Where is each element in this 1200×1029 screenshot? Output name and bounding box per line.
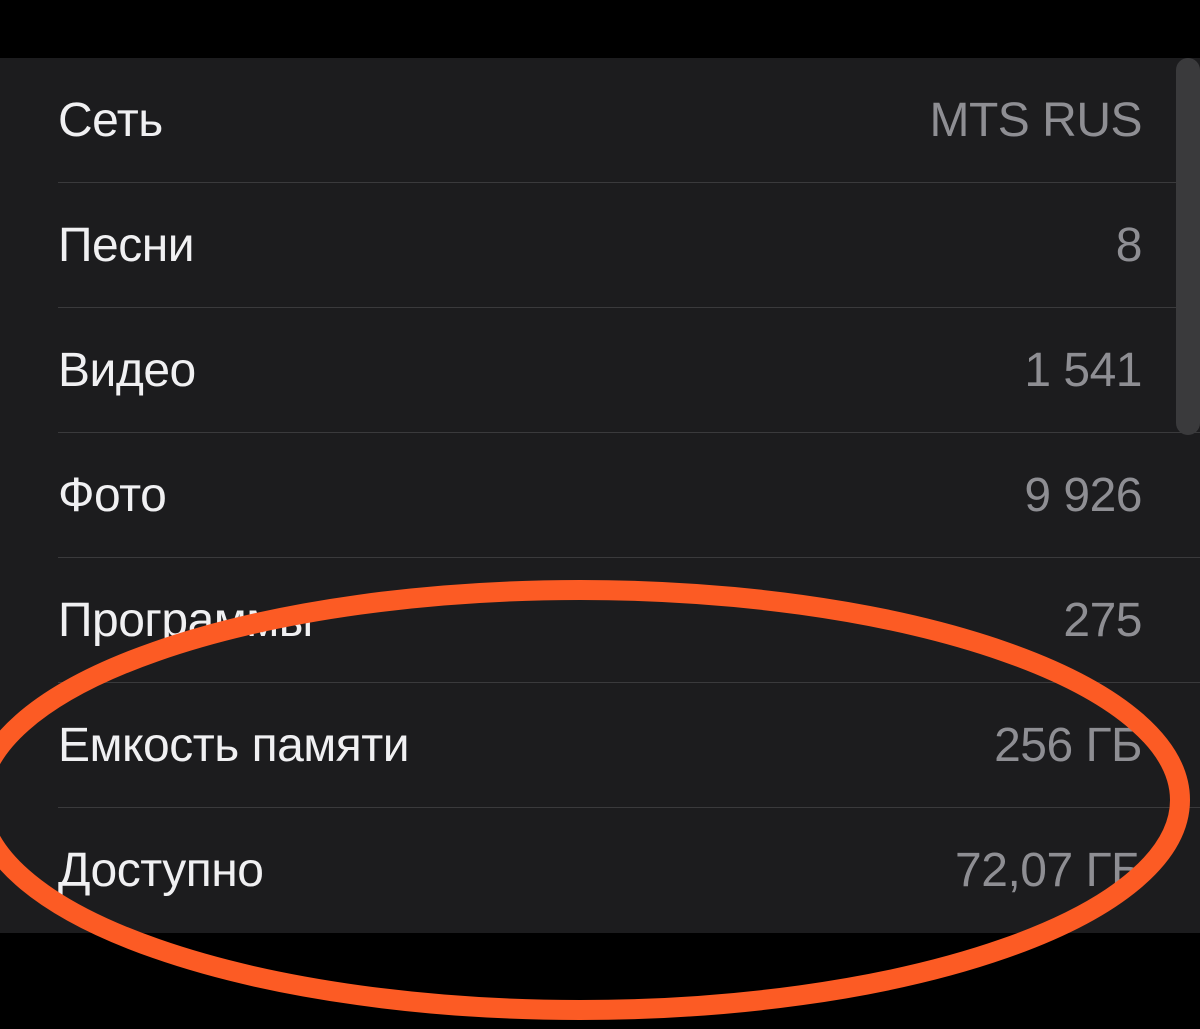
row-photos[interactable]: Фото 9 926 [58, 433, 1200, 558]
bottom-spacer [0, 933, 1200, 1029]
row-available[interactable]: Доступно 72,07 ГБ [58, 808, 1200, 933]
row-label: Емкость памяти [58, 718, 409, 773]
top-spacer [0, 0, 1200, 58]
row-network[interactable]: Сеть MTS RUS [58, 58, 1200, 183]
row-apps[interactable]: Программы 275 [58, 558, 1200, 683]
row-value: MTS RUS [930, 93, 1143, 148]
row-label: Доступно [58, 843, 263, 898]
row-videos[interactable]: Видео 1 541 [58, 308, 1200, 433]
row-label: Сеть [58, 93, 163, 148]
row-value: 72,07 ГБ [955, 843, 1142, 898]
row-capacity[interactable]: Емкость памяти 256 ГБ [58, 683, 1200, 808]
row-songs[interactable]: Песни 8 [58, 183, 1200, 308]
scrollbar-thumb[interactable] [1176, 58, 1200, 435]
row-label: Песни [58, 218, 194, 273]
row-value: 1 541 [1024, 343, 1142, 398]
row-value: 256 ГБ [994, 718, 1142, 773]
about-settings-list: Сеть MTS RUS Песни 8 Видео 1 541 Фото 9 … [0, 58, 1200, 933]
row-value: 9 926 [1024, 468, 1142, 523]
row-value: 275 [1063, 593, 1142, 648]
row-value: 8 [1116, 218, 1142, 273]
row-label: Видео [58, 343, 196, 398]
row-label: Программы [58, 593, 313, 648]
row-label: Фото [58, 468, 166, 523]
